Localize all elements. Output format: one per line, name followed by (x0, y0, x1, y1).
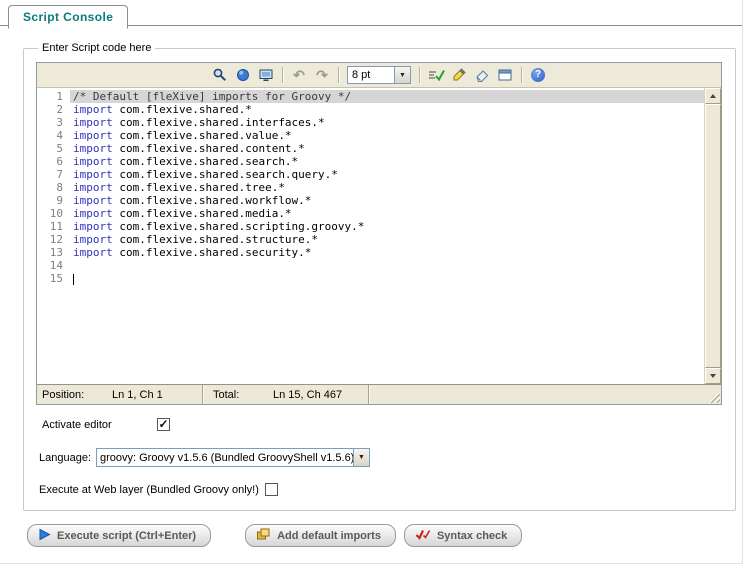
scroll-down-button[interactable] (705, 368, 721, 384)
goto-line-icon[interactable] (232, 65, 254, 85)
code-region: 123456789101112131415 /* Default [fleXiv… (37, 88, 721, 384)
tab-script-console[interactable]: Script Console (8, 5, 128, 29)
code-line[interactable] (70, 259, 704, 272)
scrollbar-thumb[interactable] (705, 104, 721, 368)
dropdown-arrow-icon: ▼ (353, 449, 369, 466)
position-value: Ln 1, Ch 1 (112, 389, 202, 401)
fieldset-legend: Enter Script code here (38, 42, 155, 54)
word-wrap-icon[interactable] (494, 65, 516, 85)
code-line[interactable]: import com.flexive.shared.structure.* (70, 233, 704, 246)
font-size-value: 8 pt (348, 67, 394, 83)
line-number: 10 (37, 207, 70, 220)
code-line[interactable]: import com.flexive.shared.tree.* (70, 181, 704, 194)
language-label: Language: (39, 452, 91, 464)
action-button-row: Execute script (Ctrl+Enter) Add default … (27, 524, 742, 547)
activate-editor-checkbox[interactable]: ✓ (157, 418, 170, 431)
code-line[interactable]: import com.flexive.shared.value.* (70, 129, 704, 142)
undo-icon[interactable]: ↶ (288, 65, 310, 85)
line-number-gutter: 123456789101112131415 (37, 88, 70, 384)
redo-icon[interactable]: ↷ (311, 65, 333, 85)
smooth-selection-icon[interactable] (425, 65, 447, 85)
highlight-icon[interactable] (448, 65, 470, 85)
line-number: 15 (37, 272, 70, 285)
line-number: 1 (37, 90, 70, 103)
code-line[interactable]: import com.flexive.shared.security.* (70, 246, 704, 259)
statusbar-separator (368, 385, 369, 404)
reset-highlight-icon[interactable] (471, 65, 493, 85)
activate-editor-row: Activate editor ✓ (36, 418, 722, 431)
line-number: 5 (37, 142, 70, 155)
execute-script-button[interactable]: Execute script (Ctrl+Enter) (27, 524, 211, 547)
toolbar-separator (419, 67, 420, 83)
activate-editor-label: Activate editor (42, 419, 157, 431)
code-line[interactable]: /* Default [fleXive] imports for Groovy … (70, 90, 704, 103)
position-label: Position: (37, 389, 112, 401)
font-size-select[interactable]: 8 pt ▼ (347, 66, 411, 84)
editor-statusbar: Position: Ln 1, Ch 1 Total: Ln 15, Ch 46… (37, 384, 721, 404)
web-layer-checkbox[interactable] (265, 483, 278, 496)
line-number: 4 (37, 129, 70, 142)
text-caret (73, 274, 74, 285)
scroll-up-button[interactable] (705, 88, 721, 104)
dropdown-arrow-icon: ▼ (394, 67, 410, 83)
editor-toolbar: ↶ ↷ 8 pt ▼ (37, 63, 721, 88)
toolbar-separator (338, 67, 339, 83)
search-icon[interactable] (209, 65, 231, 85)
toolbar-separator (521, 67, 522, 83)
add-default-imports-label: Add default imports (277, 530, 381, 542)
code-line[interactable]: import com.flexive.shared.interfaces.* (70, 116, 704, 129)
code-line[interactable]: import com.flexive.shared.search.query.* (70, 168, 704, 181)
resize-grip[interactable] (707, 390, 720, 403)
execute-script-label: Execute script (Ctrl+Enter) (57, 530, 196, 542)
syntax-check-icon (415, 528, 431, 544)
code-lines[interactable]: /* Default [fleXive] imports for Groovy … (70, 88, 704, 384)
imports-icon (256, 527, 271, 544)
script-code-fieldset: Enter Script code here (23, 42, 736, 511)
down-arrow-icon (710, 374, 716, 381)
line-number: 6 (37, 155, 70, 168)
syntax-check-label: Syntax check (437, 530, 507, 542)
line-number: 12 (37, 233, 70, 246)
language-select-value: groovy: Groovy v1.5.6 (Bundled GroovyShe… (97, 449, 353, 466)
help-icon[interactable]: ? (527, 65, 549, 85)
script-editor: ↶ ↷ 8 pt ▼ (36, 62, 722, 405)
add-default-imports-button[interactable]: Add default imports (245, 524, 396, 547)
line-number: 14 (37, 259, 70, 272)
line-number: 2 (37, 103, 70, 116)
tab-bar: Script Console (0, 0, 742, 26)
up-arrow-icon (710, 91, 716, 98)
language-row: Language: groovy: Groovy v1.5.6 (Bundled… (36, 448, 722, 467)
code-line[interactable]: import com.flexive.shared.* (70, 103, 704, 116)
language-select[interactable]: groovy: Groovy v1.5.6 (Bundled GroovyShe… (96, 448, 370, 467)
code-line[interactable]: import com.flexive.shared.content.* (70, 142, 704, 155)
help-glyph: ? (531, 68, 545, 82)
line-number: 7 (37, 168, 70, 181)
line-number: 3 (37, 116, 70, 129)
line-number: 9 (37, 194, 70, 207)
syntax-check-button[interactable]: Syntax check (404, 524, 522, 547)
code-line[interactable]: import com.flexive.shared.media.* (70, 207, 704, 220)
code-line[interactable] (70, 272, 704, 285)
tab-label: Script Console (23, 10, 113, 24)
script-console-page: Script Console Enter Script code here (0, 0, 743, 564)
line-number: 13 (37, 246, 70, 259)
web-layer-row: Execute at Web layer (Bundled Groovy onl… (36, 483, 722, 496)
code-line[interactable]: import com.flexive.shared.search.* (70, 155, 704, 168)
vertical-scrollbar[interactable] (704, 88, 721, 384)
line-number: 8 (37, 181, 70, 194)
web-layer-label: Execute at Web layer (Bundled Groovy onl… (39, 484, 259, 496)
line-number: 11 (37, 220, 70, 233)
code-line[interactable]: import com.flexive.shared.scripting.groo… (70, 220, 704, 233)
code-line[interactable]: import com.flexive.shared.workflow.* (70, 194, 704, 207)
total-value: Ln 15, Ch 467 (273, 389, 368, 401)
total-label: Total: (203, 389, 273, 401)
toolbar-separator (282, 67, 283, 83)
fullscreen-icon[interactable] (255, 65, 277, 85)
scrollbar-track[interactable] (705, 104, 721, 368)
play-icon (38, 528, 51, 544)
